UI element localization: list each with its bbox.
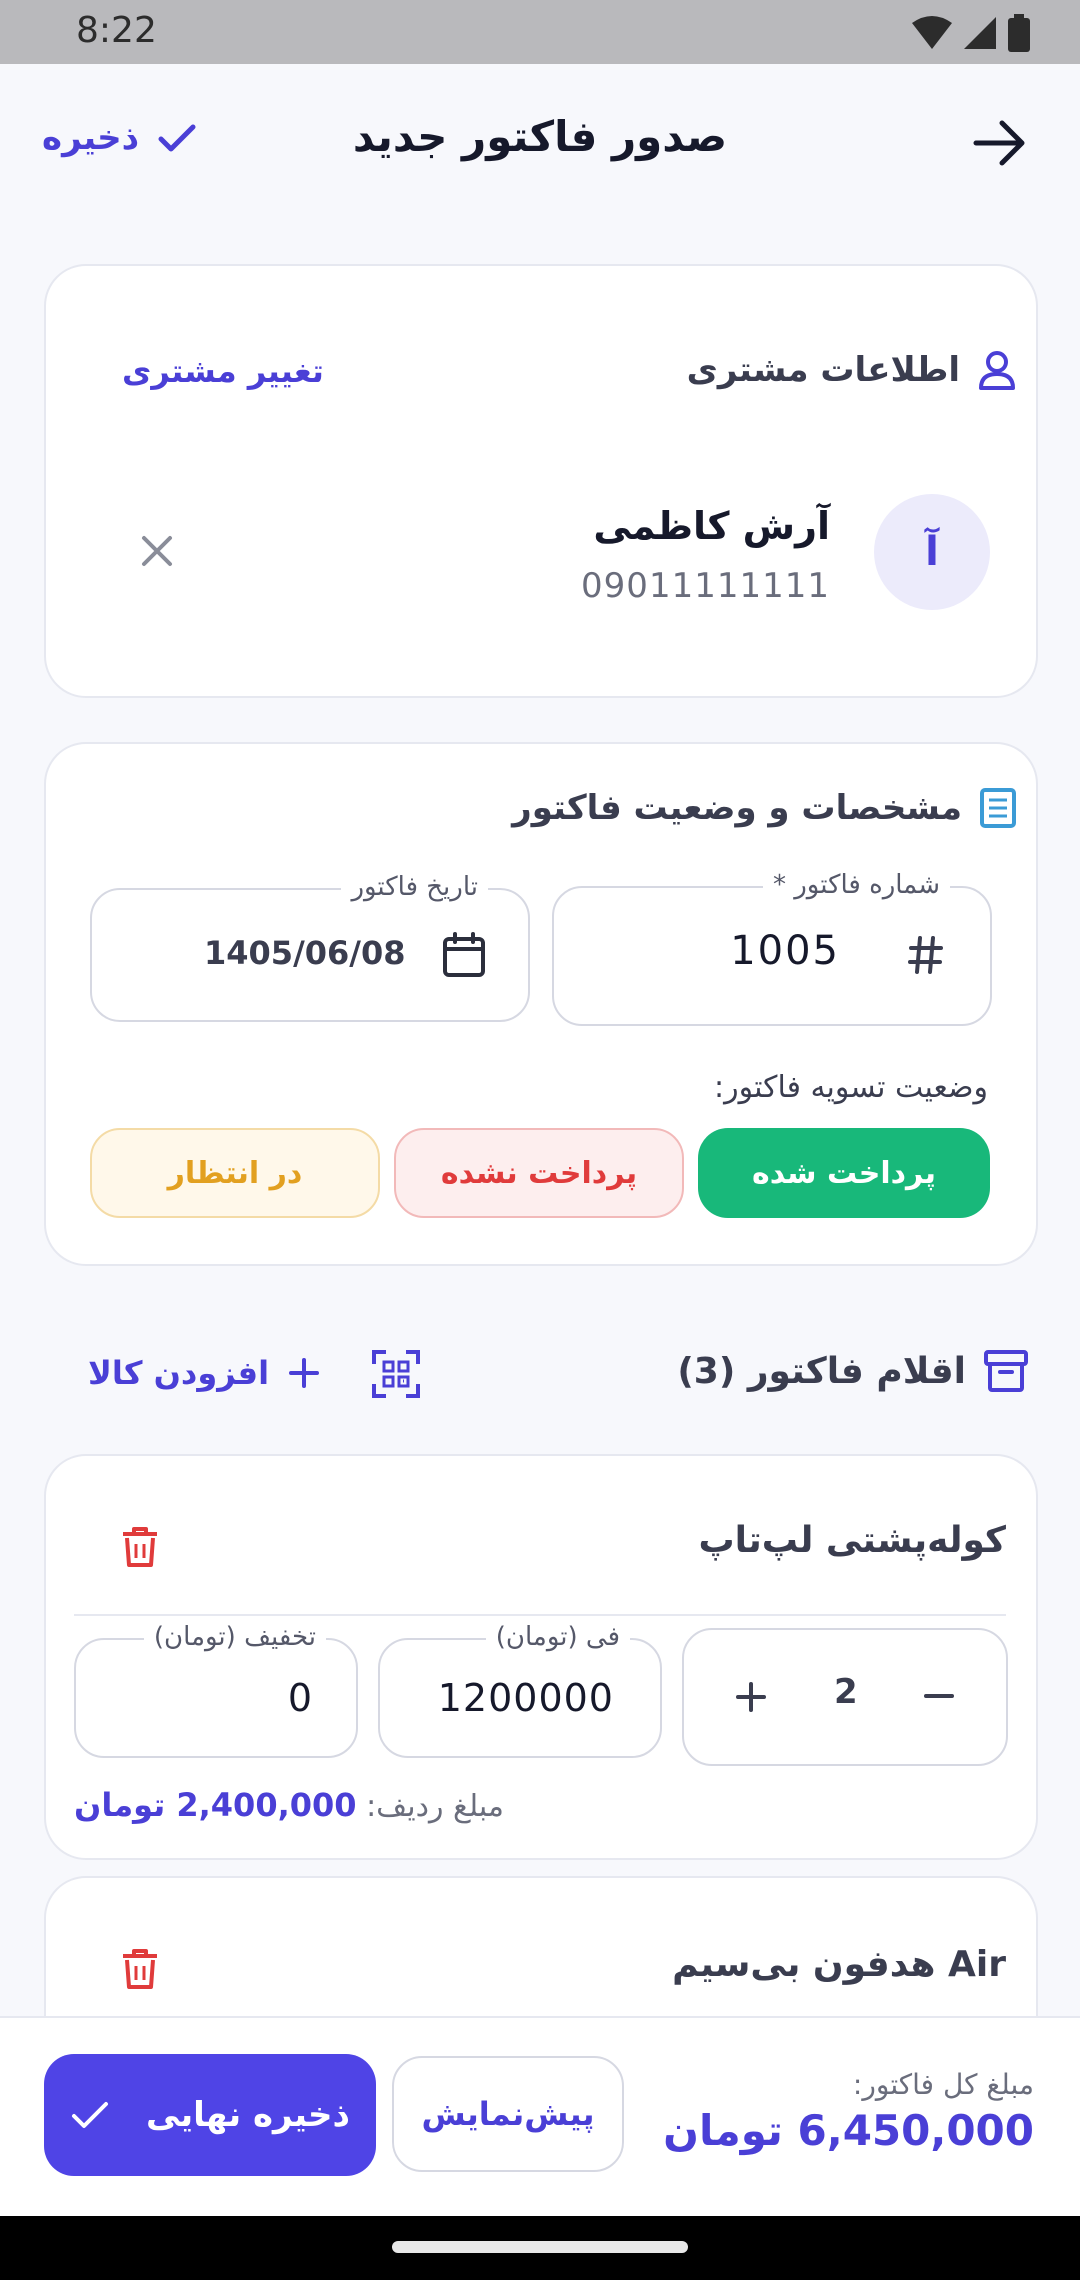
home-gesture-handle[interactable]: [392, 2241, 688, 2253]
discount-value: 0: [287, 1676, 312, 1720]
final-save-button[interactable]: ذخیره نهایی: [44, 2054, 376, 2176]
invoice-date-field[interactable]: تاریخ فاکتور 1405/06/08: [90, 872, 530, 1022]
row-total-value: 2,400,000 تومان: [74, 1786, 357, 1824]
status-icons: [912, 14, 1030, 52]
invoice-number-value: 1005: [730, 928, 840, 974]
details-section-header: مشخصات و وضعیت فاکتور: [512, 788, 1016, 828]
back-arrow-icon[interactable]: [970, 118, 1030, 168]
change-customer-link[interactable]: تغییر مشتری: [122, 352, 324, 390]
status-paid-label: پرداخت شده: [752, 1155, 936, 1191]
wifi-icon: [912, 16, 952, 49]
check-icon: [71, 2102, 108, 2128]
save-button-top[interactable]: ذخیره: [42, 118, 197, 158]
invoice-number-label: شماره فاکتور *: [762, 870, 950, 900]
item-divider: [74, 1614, 1006, 1616]
customer-phone: 09011111111: [581, 566, 830, 606]
plus-icon[interactable]: [736, 1682, 766, 1712]
customer-section-header: اطلاعات مشتری: [687, 350, 1016, 390]
unit-price-label: فی (تومان): [485, 1622, 630, 1652]
delete-item-icon[interactable]: [120, 1526, 160, 1568]
status-unpaid-label: پرداخت نشده: [440, 1155, 638, 1191]
quantity-stepper[interactable]: 2: [682, 1628, 1008, 1766]
save-label: ذخیره: [42, 118, 140, 158]
discount-field[interactable]: تخفیف (تومان) 0: [74, 1622, 358, 1758]
total-label: مبلغ کل فاکتور:: [852, 2068, 1034, 2101]
unit-price-field[interactable]: فی (تومان) 1200000: [378, 1622, 662, 1758]
qr-scan-icon[interactable]: [372, 1350, 420, 1398]
status-time: 8:22: [76, 10, 157, 51]
item-name: کوله‌پشتی لپ‌تاپ: [698, 1520, 1007, 1561]
status-pending-label: در انتظار: [167, 1155, 303, 1191]
avatar: آ: [874, 494, 990, 610]
delete-item-icon[interactable]: [120, 1948, 160, 1990]
details-section-title: مشخصات و وضعیت فاکتور: [512, 788, 962, 828]
archive-box-icon: [984, 1350, 1028, 1392]
settlement-label: وضعیت تسویه فاکتور:: [714, 1070, 988, 1105]
battery-icon: [1008, 14, 1030, 52]
add-item-button[interactable]: افزودن کالا: [88, 1354, 320, 1392]
calendar-icon: [443, 932, 485, 977]
preview-label: پیش‌نمایش: [421, 2095, 595, 2133]
customer-card: [44, 264, 1038, 698]
signal-icon: [964, 17, 996, 49]
status-paid-chip[interactable]: پرداخت شده: [698, 1128, 990, 1218]
receipt-icon: [980, 788, 1016, 828]
row-total: مبلغ ردیف: 2,400,000 تومان: [74, 1786, 504, 1824]
minus-icon[interactable]: [924, 1686, 954, 1706]
total-amount: 6,450,000 تومان: [663, 2106, 1034, 2155]
check-icon: [158, 124, 196, 152]
unit-price-value: 1200000: [437, 1676, 614, 1720]
plus-icon: [289, 1358, 320, 1388]
status-unpaid-chip[interactable]: پرداخت نشده: [394, 1128, 684, 1218]
user-icon: [979, 351, 1015, 390]
remove-customer-icon[interactable]: [140, 534, 174, 568]
hash-icon: [908, 936, 943, 974]
customer-section-title: اطلاعات مشتری: [686, 350, 960, 390]
invoice-date-value: 1405/06/08: [204, 934, 406, 972]
final-save-label: ذخیره نهایی: [145, 2095, 351, 2135]
row-total-label: مبلغ ردیف:: [366, 1789, 504, 1824]
items-section-title: اقلام فاکتور (3): [677, 1350, 966, 1392]
avatar-letter: آ: [925, 529, 939, 575]
add-item-label: افزودن کالا: [88, 1354, 270, 1392]
invoice-date-label: تاریخ فاکتور: [341, 872, 488, 902]
discount-label: تخفیف (تومان): [143, 1622, 326, 1652]
preview-button[interactable]: پیش‌نمایش: [392, 2056, 624, 2172]
quantity-value: 2: [834, 1672, 858, 1712]
customer-name: آرش کاظمی: [593, 504, 830, 548]
item-name: هدفون بی‌سیم Air: [672, 1944, 1006, 1985]
invoice-number-field[interactable]: شماره فاکتور * 1005: [552, 870, 992, 1026]
items-section-header: اقلام فاکتور (3): [677, 1350, 1028, 1392]
status-pending-chip[interactable]: در انتظار: [90, 1128, 380, 1218]
